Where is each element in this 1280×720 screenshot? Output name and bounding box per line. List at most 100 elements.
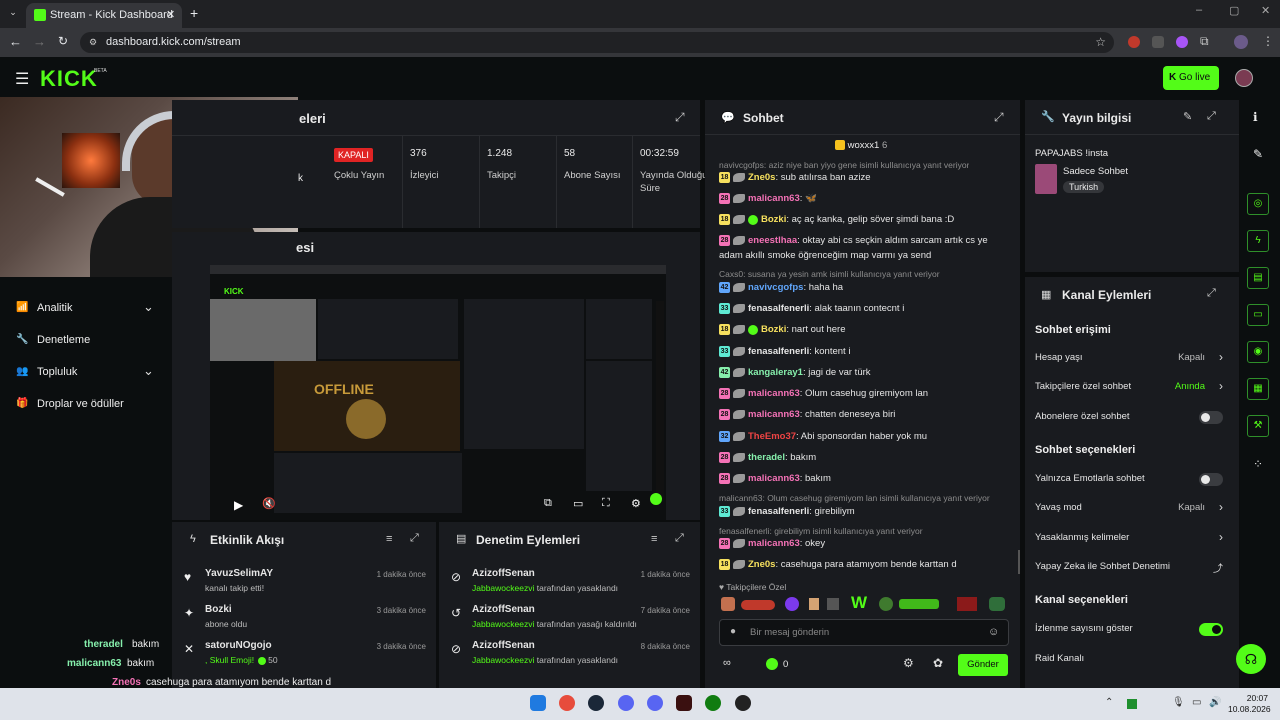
event-row[interactable]: ⊘ AzizoffSenan Jabbawockeezvi tarafından y… xyxy=(439,640,700,674)
chat-username[interactable]: malicann63 xyxy=(748,193,800,204)
tool-document-icon[interactable]: ▤ xyxy=(1247,267,1269,289)
expand-icon[interactable]: ⤢ xyxy=(675,532,684,545)
tool-more-icon[interactable]: ⁘ xyxy=(1253,457,1263,471)
expand-icon[interactable]: ⤢ xyxy=(675,110,685,125)
user-avatar[interactable] xyxy=(1235,69,1253,87)
tray-mic-icon[interactable]: 🎙 xyxy=(1172,697,1185,708)
setting-row[interactable]: İzlenme sayısını göster xyxy=(1035,622,1229,638)
event-row[interactable]: ♥ YavuzSelimAY kanalı takip etti! 1 dakika … xyxy=(172,568,436,602)
emote-4[interactable] xyxy=(809,598,819,610)
site-info-icon[interactable]: ⚙ xyxy=(89,32,97,53)
tray-volume-icon[interactable]: 🔊 xyxy=(1209,697,1221,708)
profile-avatar[interactable] xyxy=(1234,35,1248,49)
event-target-user[interactable]: Jabbawockeezvi xyxy=(472,655,534,665)
setting-row[interactable]: Hesap yaşı Kapalı › xyxy=(1035,350,1229,367)
chat-username[interactable]: eneestlhaa xyxy=(748,235,797,246)
valorant-icon[interactable] xyxy=(676,695,692,711)
emote-2[interactable] xyxy=(741,600,775,610)
toggle-switch[interactable] xyxy=(1199,473,1223,486)
chat-input[interactable]: ● Bir mesaj gönderin ☺ xyxy=(719,619,1009,646)
emote-7[interactable] xyxy=(879,597,893,611)
settings-gear-icon[interactable]: ⚙ xyxy=(631,497,641,510)
chat-message[interactable]: 18 Bozki: aç aç kanka, gelip söver şimdi … xyxy=(719,214,954,225)
kick-logo[interactable]: KICK xyxy=(40,66,98,92)
help-chat-button[interactable]: ☊ xyxy=(1236,644,1266,674)
go-live-button[interactable]: K Go live xyxy=(1163,66,1219,90)
infinity-icon[interactable]: ∞ xyxy=(723,657,731,669)
chat-message[interactable]: 18 Bozki: nart out here xyxy=(719,324,846,335)
event-row[interactable]: ↺ AzizoffSenan Jabbawockeezvi tarafından y… xyxy=(439,604,700,638)
category-thumbnail[interactable] xyxy=(1035,164,1057,194)
fullscreen-icon[interactable]: ⛶ xyxy=(602,497,610,510)
taskbar-time[interactable]: 20:07 xyxy=(1236,693,1268,703)
chat-username[interactable]: kangaleray1 xyxy=(748,367,803,378)
send-button[interactable]: Gönder xyxy=(958,654,1008,676)
emote-3[interactable] xyxy=(785,597,799,611)
nav-item-2[interactable]: 👥 Topluluk ⌄ xyxy=(0,361,172,385)
chevron-down-icon[interactable]: ⌄ xyxy=(143,299,154,315)
expand-icon[interactable]: ⤢ xyxy=(1207,287,1216,300)
chat-message[interactable]: 28 malicann63: bakım xyxy=(719,473,831,484)
minimize-icon[interactable]: – xyxy=(1196,4,1202,16)
chat-message[interactable]: 42 navivcgofps: haha ha xyxy=(719,282,843,293)
steam-icon[interactable] xyxy=(588,695,604,711)
emote-w[interactable]: W xyxy=(851,593,867,613)
setting-row[interactable]: Yavaş mod Kapalı › xyxy=(1035,500,1229,517)
external-link-icon[interactable]: ⤴ xyxy=(1213,560,1223,575)
tool-camera-icon[interactable]: ◎ xyxy=(1247,193,1269,215)
filter-icon[interactable]: ≡ xyxy=(651,533,657,545)
chat-username[interactable]: fenasalfenerli xyxy=(748,506,809,517)
expand-icon[interactable]: ⤢ xyxy=(994,110,1004,125)
chat-username[interactable]: navivcgofps xyxy=(748,282,803,293)
emote-9[interactable] xyxy=(957,597,977,611)
chat-message[interactable]: 28 malicann63: 🦋 xyxy=(719,193,817,204)
tool-chat-icon[interactable]: ▭ xyxy=(1247,304,1269,326)
chevron-down-icon[interactable]: ⌄ xyxy=(143,363,154,379)
maximize-icon[interactable]: ▢ xyxy=(1229,4,1239,17)
emote-1[interactable] xyxy=(721,597,735,611)
emote-store-icon[interactable]: ✿ xyxy=(933,656,943,670)
event-user[interactable]: AzizoffSenan xyxy=(472,640,535,651)
chrome-icon[interactable] xyxy=(559,695,575,711)
chat-message[interactable]: 33 fenasalfenerli: girebiliym xyxy=(719,506,855,517)
toggle-switch[interactable] xyxy=(1199,623,1223,636)
tray-app-icon[interactable] xyxy=(1127,699,1137,709)
chevron-right-icon[interactable]: › xyxy=(1219,350,1223,364)
info-icon[interactable]: ℹ xyxy=(1253,110,1258,124)
back-icon[interactable]: ← xyxy=(9,34,22,49)
setting-row[interactable]: Yapay Zeka ile Sohbet Denetimi ⤴ xyxy=(1035,560,1229,576)
mute-icon[interactable]: 🔇 xyxy=(262,497,276,510)
chat-message[interactable]: 18 Zne0s: casehuga para atamıyom bende ka… xyxy=(719,559,957,570)
chat-message[interactable]: 28 malicann63: okey xyxy=(719,538,825,549)
tray-chevron-icon[interactable]: ⌃ xyxy=(1105,697,1113,708)
close-window-icon[interactable]: ✕ xyxy=(1261,4,1270,17)
emote-5[interactable] xyxy=(827,598,839,610)
chevron-right-icon[interactable]: › xyxy=(1219,379,1223,393)
edit-pencil-icon[interactable]: ✎ xyxy=(1183,110,1192,123)
event-row[interactable]: ✦ Bozki abone oldu 3 dakika önce xyxy=(172,604,436,638)
chat-scrollbar[interactable] xyxy=(1018,550,1020,574)
chat-username[interactable]: malicann63 xyxy=(748,409,800,420)
chat-message[interactable]: 28 eneestlhaa: oktay abi cs seçkin aldım … xyxy=(719,235,988,246)
tray-network-icon[interactable]: ▭ xyxy=(1192,697,1201,708)
chevron-right-icon[interactable]: › xyxy=(1219,500,1223,514)
extension-icon-purple[interactable] xyxy=(1176,36,1188,48)
stream-preview-video[interactable]: KICK OFFLINE ▶ 🔇 ⧉ ▭ ⛶ ⚙ xyxy=(210,265,666,520)
chat-username[interactable]: TheEmo37 xyxy=(748,431,796,442)
chat-username[interactable]: malicann63 xyxy=(748,388,800,399)
filter-icon[interactable]: ≡ xyxy=(386,533,392,545)
browser-menu-icon[interactable]: ⋮ xyxy=(1262,34,1274,48)
chat-message[interactable]: 32 TheEmo37: Abi sponsordan haber yok mu xyxy=(719,431,927,442)
tool-wrench-icon[interactable]: ⚒ xyxy=(1247,415,1269,437)
chat-username[interactable]: theradel xyxy=(748,452,785,463)
extension-icon-shield[interactable] xyxy=(1152,36,1164,48)
event-user[interactable]: AzizoffSenan xyxy=(472,604,535,615)
chat-username[interactable]: Zne0s xyxy=(748,172,775,183)
chevron-right-icon[interactable]: › xyxy=(1219,530,1223,544)
setting-row[interactable]: Yasaklanmış kelimeler › xyxy=(1035,530,1229,547)
event-user[interactable]: YavuzSelimAY xyxy=(205,568,273,579)
chat-message[interactable]: 42 kangaleray1: jagi de var türk xyxy=(719,367,871,378)
obs-icon[interactable] xyxy=(735,695,751,711)
forward-icon[interactable]: → xyxy=(33,34,46,49)
chat-username[interactable]: fenasalfenerli xyxy=(748,303,809,314)
